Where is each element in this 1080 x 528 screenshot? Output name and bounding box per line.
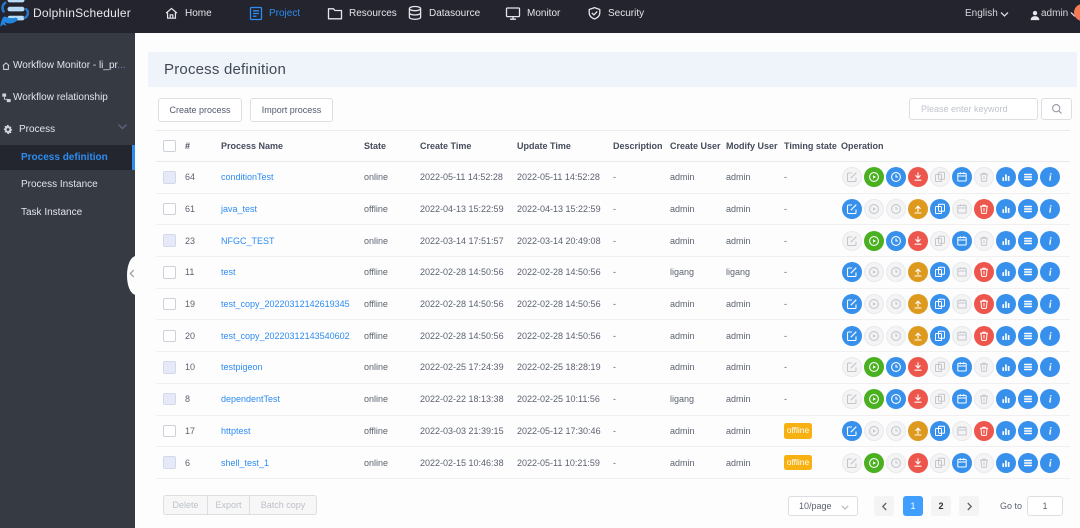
svg-text:i: i (1049, 236, 1052, 246)
svg-text:i: i (1049, 426, 1052, 436)
svg-text:i: i (1049, 300, 1052, 310)
svg-text:i: i (1049, 458, 1052, 468)
svg-text:i: i (1049, 395, 1052, 405)
svg-text:i: i (1049, 268, 1052, 278)
svg-text:i: i (1049, 173, 1052, 183)
svg-text:i: i (1049, 331, 1052, 341)
svg-text:i: i (1049, 363, 1052, 373)
svg-text:i: i (1049, 205, 1052, 215)
